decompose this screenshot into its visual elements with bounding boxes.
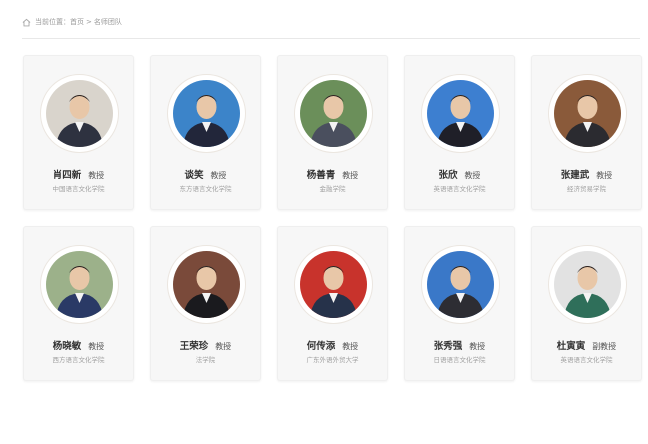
- avatar-frame: [548, 74, 627, 153]
- teacher-department: 英语语言文化学院: [433, 185, 486, 193]
- teacher-name-line: 杜寅寅 副教授: [532, 338, 641, 352]
- teacher-name-line: 杨晓敏 教授: [24, 338, 133, 352]
- teacher-department: 法学院: [195, 356, 216, 364]
- avatar[interactable]: [173, 251, 240, 318]
- teacher-card[interactable]: 何传添 教授 广东外语外贸大学: [277, 226, 388, 381]
- avatar[interactable]: [300, 80, 367, 147]
- portrait-photo: [427, 80, 494, 147]
- teacher-name-line: 何传添 教授: [278, 338, 387, 352]
- teacher-name[interactable]: 何传添: [307, 341, 336, 352]
- teacher-title: 教授: [464, 171, 481, 180]
- avatar[interactable]: [554, 251, 621, 318]
- teacher-title: 教授: [469, 342, 486, 351]
- teacher-department: 经济贸易学院: [567, 185, 606, 193]
- avatar[interactable]: [173, 80, 240, 147]
- teacher-card[interactable]: 肖四新 教授 中国语言文化学院: [23, 55, 134, 210]
- teacher-title: 教授: [215, 342, 232, 351]
- avatar-frame: [421, 74, 500, 153]
- teacher-card[interactable]: 王荣珍 教授 法学院: [150, 226, 261, 381]
- teacher-department: 东方语言文化学院: [179, 185, 232, 193]
- avatar[interactable]: [427, 80, 494, 147]
- teacher-title: 教授: [342, 342, 359, 351]
- teacher-department: 日语语言文化学院: [433, 356, 486, 364]
- teacher-department: 西方语言文化学院: [52, 356, 105, 364]
- teacher-name-line: 杨善青 教授: [278, 167, 387, 181]
- avatar-frame: [167, 74, 246, 153]
- teacher-name[interactable]: 杨晓敏: [53, 341, 82, 352]
- teacher-title: 教授: [342, 171, 359, 180]
- teacher-title: 教授: [88, 171, 105, 180]
- avatar[interactable]: [554, 80, 621, 147]
- teacher-card[interactable]: 张建武 教授 经济贸易学院: [531, 55, 642, 210]
- teacher-title: 教授: [88, 342, 105, 351]
- avatar-frame: [40, 74, 119, 153]
- portrait-photo: [173, 251, 240, 318]
- teacher-name-line: 谈笑 教授: [151, 167, 260, 181]
- teacher-name-line: 张建武 教授: [532, 167, 641, 181]
- teacher-department: 中国语言文化学院: [52, 185, 105, 193]
- avatar-frame: [167, 245, 246, 324]
- teacher-name[interactable]: 杨善青: [307, 170, 336, 181]
- teacher-name[interactable]: 张秀强: [434, 341, 463, 352]
- avatar[interactable]: [427, 251, 494, 318]
- avatar-frame: [548, 245, 627, 324]
- avatar-frame: [40, 245, 119, 324]
- avatar[interactable]: [300, 251, 367, 318]
- teacher-department: 广东外语外贸大学: [306, 356, 359, 364]
- portrait-photo: [300, 80, 367, 147]
- avatar-frame: [294, 74, 373, 153]
- portrait-photo: [46, 251, 113, 318]
- avatar[interactable]: [46, 80, 113, 147]
- teacher-name-line: 肖四新 教授: [24, 167, 133, 181]
- teacher-name[interactable]: 张建武: [561, 170, 590, 181]
- teacher-title: 教授: [210, 171, 227, 180]
- avatar-frame: [294, 245, 373, 324]
- teacher-card[interactable]: 杜寅寅 副教授 英语语言文化学院: [531, 226, 642, 381]
- portrait-photo: [300, 251, 367, 318]
- teacher-card[interactable]: 谈笑 教授 东方语言文化学院: [150, 55, 261, 210]
- teacher-department: 金融学院: [319, 185, 346, 193]
- teacher-name[interactable]: 张欣: [439, 170, 458, 181]
- portrait-photo: [46, 80, 113, 147]
- teacher-grid: 肖四新 教授 中国语言文化学院 谈笑 教授 东方语言文化学院 杨善青 教授 金融…: [0, 0, 648, 444]
- teacher-name[interactable]: 肖四新: [53, 170, 82, 181]
- teacher-card[interactable]: 张欣 教授 英语语言文化学院: [404, 55, 515, 210]
- portrait-photo: [427, 251, 494, 318]
- portrait-photo: [173, 80, 240, 147]
- teacher-name[interactable]: 杜寅寅: [557, 341, 586, 352]
- teacher-department: 英语语言文化学院: [560, 356, 613, 364]
- teacher-name-line: 王荣珍 教授: [151, 338, 260, 352]
- teacher-name-line: 张欣 教授: [405, 167, 514, 181]
- teacher-title: 副教授: [592, 342, 617, 351]
- portrait-photo: [554, 251, 621, 318]
- teacher-card[interactable]: 张秀强 教授 日语语言文化学院: [404, 226, 515, 381]
- portrait-photo: [554, 80, 621, 147]
- avatar[interactable]: [46, 251, 113, 318]
- teacher-name[interactable]: 王荣珍: [180, 341, 209, 352]
- avatar-frame: [421, 245, 500, 324]
- teacher-name-line: 张秀强 教授: [405, 338, 514, 352]
- teacher-name[interactable]: 谈笑: [185, 170, 204, 181]
- teacher-title: 教授: [596, 171, 613, 180]
- teacher-card[interactable]: 杨晓敏 教授 西方语言文化学院: [23, 226, 134, 381]
- teacher-card[interactable]: 杨善青 教授 金融学院: [277, 55, 388, 210]
